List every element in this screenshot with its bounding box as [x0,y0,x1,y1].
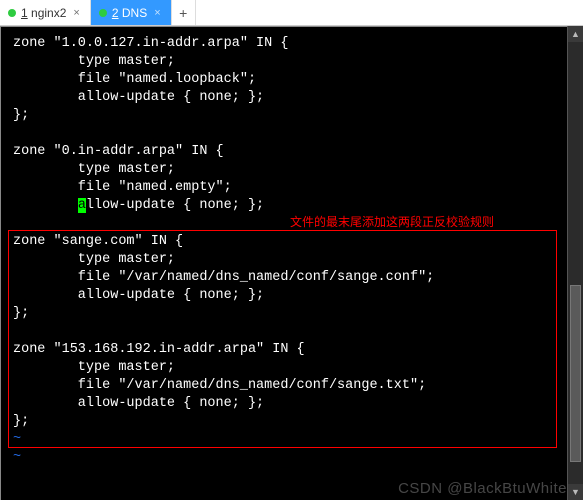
code-line: file "named.loopback"; [13,72,256,87]
scroll-up-button[interactable]: ▲ [568,26,583,42]
code-line: allow-update { none; }; [13,198,264,213]
annotation-label: 文件的最末尾添加这两段正反校验规则 [290,213,494,230]
code-line: allow-update { none; }; [13,288,264,303]
code-line: }; [13,414,29,429]
terminal-container: zone "1.0.0.127.in-addr.arpa" IN { type … [0,26,583,500]
tab-label: 2 DNS [112,6,147,20]
tab-nginx2[interactable]: 1 nginx2 × [0,0,91,25]
code-line: type master; [13,360,175,375]
code-line: file "/var/named/dns_named/conf/sange.co… [13,270,434,285]
code-line: type master; [13,252,175,267]
vertical-scrollbar[interactable]: ▲ ▼ [567,26,583,500]
add-tab-button[interactable]: + [172,0,196,25]
vim-tilde: ~ [13,450,21,465]
vim-tilde: ~ [13,432,21,447]
scroll-down-button[interactable]: ▼ [568,484,583,500]
status-dot-icon [8,9,16,17]
code-line: }; [13,306,29,321]
tab-dns[interactable]: 2 DNS × [91,0,172,25]
code-line: allow-update { none; }; [13,90,264,105]
code-line: allow-update { none; }; [13,396,264,411]
tab-label: 1 nginx2 [21,6,66,20]
close-icon[interactable]: × [71,7,81,19]
close-icon[interactable]: × [152,7,162,19]
tab-bar: 1 nginx2 × 2 DNS × + [0,0,583,26]
status-dot-icon [99,9,107,17]
code-line: zone "0.in-addr.arpa" IN { [13,144,224,159]
code-line: type master; [13,54,175,69]
code-line: file "/var/named/dns_named/conf/sange.tx… [13,378,426,393]
code-line: zone "1.0.0.127.in-addr.arpa" IN { [13,36,288,51]
code-line: zone "153.168.192.in-addr.arpa" IN { [13,342,305,357]
terminal[interactable]: zone "1.0.0.127.in-addr.arpa" IN { type … [0,26,583,500]
scroll-thumb[interactable] [570,285,581,462]
code-line: type master; [13,162,175,177]
cursor: a [78,198,86,213]
code-line: }; [13,108,29,123]
code-line: file "named.empty"; [13,180,232,195]
code-line: zone "sange.com" IN { [13,234,183,249]
scroll-track[interactable] [568,42,583,484]
